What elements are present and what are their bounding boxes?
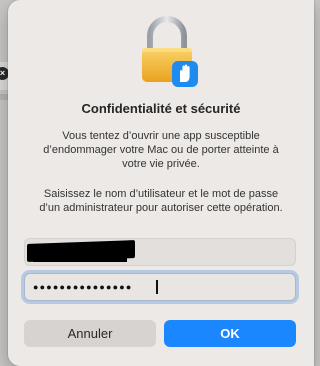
password-field[interactable]: ●●●●●●●●●●●●●●●	[24, 273, 296, 301]
dialog-message: Vous tentez d’ouvrir une app susceptible…	[43, 130, 279, 170]
cancel-button[interactable]: Annuler	[24, 320, 156, 347]
text-caret	[156, 280, 158, 294]
dialog-title: Confidentialité et sécurité	[81, 101, 241, 116]
username-field[interactable]	[24, 238, 296, 266]
ok-button[interactable]: OK	[164, 320, 296, 347]
authorization-dialog: Confidentialité et sécurité Vous tentez …	[8, 0, 314, 366]
redaction-bar	[33, 252, 127, 262]
padlock-with-hand-icon	[136, 16, 202, 88]
password-mask: ●●●●●●●●●●●●●●●	[33, 282, 133, 292]
dialog-instruction: Saisissez le nom d’utilisateur et le mot…	[39, 188, 283, 214]
